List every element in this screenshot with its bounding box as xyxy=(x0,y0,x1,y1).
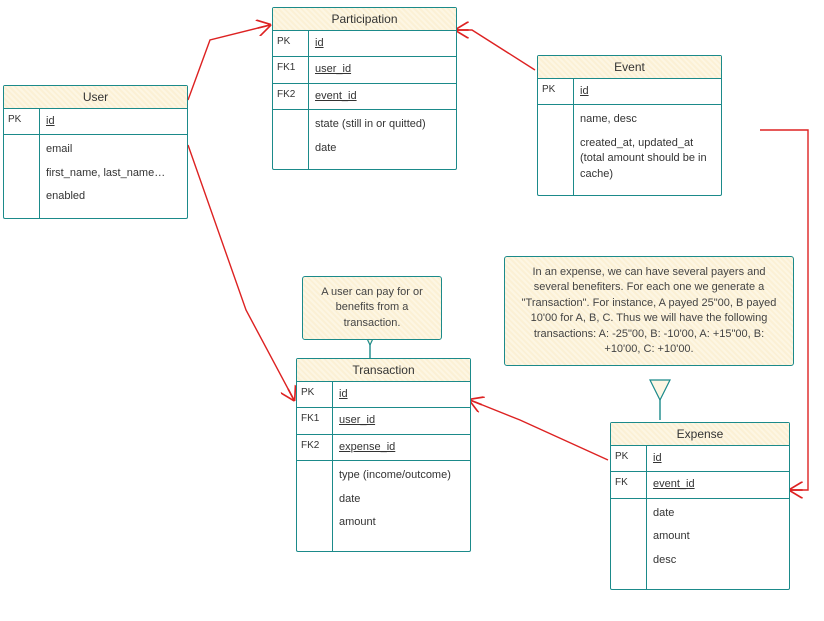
entity-transaction-val-1: user_id xyxy=(333,408,470,433)
entity-user-key-0: PK xyxy=(4,109,40,134)
entity-participation-attr-1: date xyxy=(315,141,450,156)
entity-participation-key-0: PK xyxy=(273,31,309,56)
entity-event-title: Event xyxy=(538,56,721,79)
entity-event-attr-0: name, desc xyxy=(580,112,715,127)
entity-expense-key-0: PK xyxy=(611,446,647,471)
entity-transaction-attr-2: amount xyxy=(339,515,464,530)
entity-event: Event PK id name, desc created_at, updat… xyxy=(537,55,722,196)
entity-event-key-0: PK xyxy=(538,79,574,104)
entity-transaction-attr-1: date xyxy=(339,492,464,507)
entity-event-attr-1: created_at, updated_at xyxy=(580,136,715,151)
entity-participation-key-2: FK2 xyxy=(273,84,309,109)
entity-participation: Participation PK id FK1 user_id FK2 even… xyxy=(272,7,457,170)
entity-participation-key-1: FK1 xyxy=(273,57,309,82)
entity-transaction-val-2: expense_id xyxy=(333,435,470,460)
entity-transaction-key-1: FK1 xyxy=(297,408,333,433)
entity-event-attr-2: (total amount should be in cache) xyxy=(580,151,715,182)
entity-participation-val-2: event_id xyxy=(309,84,456,109)
entity-expense-val-0: id xyxy=(647,446,789,471)
note-transaction: A user can pay for or benefits from a tr… xyxy=(302,276,442,340)
note-expense: In an expense, we can have several payer… xyxy=(504,256,794,366)
entity-user-attr-0: email xyxy=(46,142,181,157)
entity-user-val-0: id xyxy=(40,109,187,134)
entity-transaction-key-2: FK2 xyxy=(297,435,333,460)
entity-participation-title: Participation xyxy=(273,8,456,31)
entity-expense-attr-1: amount xyxy=(653,529,783,544)
entity-participation-val-1: user_id xyxy=(309,57,456,82)
entity-participation-attr-0: state (still in or quitted) xyxy=(315,117,450,132)
entity-expense-attr-0: date xyxy=(653,506,783,521)
entity-user-attr-2: enabled xyxy=(46,189,181,204)
entity-user: User PK id email first_name, last_name… … xyxy=(3,85,188,219)
entity-expense-key-1: FK xyxy=(611,472,647,497)
entity-user-attr-1: first_name, last_name… xyxy=(46,166,181,181)
entity-expense-title: Expense xyxy=(611,423,789,446)
entity-expense: Expense PK id FK event_id date amount de… xyxy=(610,422,790,590)
entity-user-title: User xyxy=(4,86,187,109)
entity-participation-val-0: id xyxy=(309,31,456,56)
entity-transaction-val-0: id xyxy=(333,382,470,407)
entity-transaction-key-0: PK xyxy=(297,382,333,407)
entity-transaction: Transaction PK id FK1 user_id FK2 expens… xyxy=(296,358,471,552)
entity-expense-attr-2: desc xyxy=(653,553,783,568)
entity-transaction-title: Transaction xyxy=(297,359,470,382)
entity-transaction-attr-0: type (income/outcome) xyxy=(339,468,464,483)
entity-event-val-0: id xyxy=(574,79,721,104)
entity-expense-val-1: event_id xyxy=(647,472,789,497)
